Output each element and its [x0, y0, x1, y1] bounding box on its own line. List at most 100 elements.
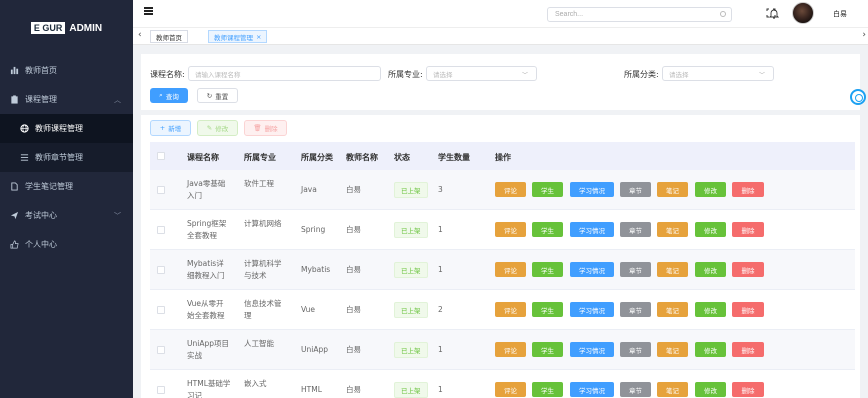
learning-status-button[interactable]: 学习情况 — [570, 382, 614, 397]
comment-button[interactable]: 评论 — [495, 222, 526, 237]
notes-button[interactable]: 笔记 — [657, 182, 688, 197]
category-cell: Vue — [301, 305, 315, 314]
notes-button[interactable]: 笔记 — [657, 262, 688, 277]
chapter-button[interactable]: 章节 — [620, 382, 651, 397]
row-checkbox[interactable] — [157, 226, 165, 234]
learning-status-button[interactable]: 学习情况 — [570, 262, 614, 277]
row-delete-button[interactable]: 删除 — [732, 382, 764, 397]
reset-button[interactable]: ↻ 重置 — [197, 88, 238, 103]
select-all-checkbox[interactable] — [157, 152, 165, 160]
tab-teacher-course-management[interactable]: 教师课程管理 × — [208, 30, 268, 43]
learning-status-button[interactable]: 学习情况 — [570, 222, 614, 237]
student-count-cell: 3 — [438, 185, 443, 194]
major-placeholder: 请选择 — [433, 70, 453, 79]
header-student-count: 学生数量 — [438, 153, 470, 162]
sidebar-item-teacher-chapter-management[interactable]: 教师章节管理 — [0, 143, 133, 172]
avatar[interactable] — [792, 2, 814, 24]
comment-button[interactable]: 评论 — [495, 302, 526, 317]
row-edit-button[interactable]: 修改 — [695, 302, 726, 317]
close-icon[interactable]: × — [256, 33, 261, 41]
row-edit-button[interactable]: 修改 — [695, 342, 726, 357]
course-name-label: 课程名称: — [150, 70, 185, 79]
edit-button-label: 修改 — [215, 125, 229, 133]
comment-button[interactable]: 评论 — [495, 262, 526, 277]
category-label: 所属分类: — [624, 70, 659, 79]
chapter-button[interactable]: 章节 — [620, 302, 651, 317]
tab-teacher-home[interactable]: 教师首页 — [150, 30, 188, 43]
comment-button[interactable]: 评论 — [495, 342, 526, 357]
major-select[interactable]: 请选择 ﹀ — [426, 66, 537, 81]
notes-button[interactable]: 笔记 — [657, 302, 688, 317]
sidebar-item-personal-center[interactable]: 个人中心 — [0, 230, 133, 259]
row-checkbox[interactable] — [157, 186, 165, 194]
status-badge: 已上架 — [394, 342, 428, 358]
delete-button[interactable]: 🗑 删除 — [244, 120, 287, 136]
delete-button-label: 删除 — [264, 125, 278, 133]
chevron-right-icon[interactable]: › — [862, 30, 866, 40]
course-name-input[interactable]: 请输入课程名称 — [188, 66, 381, 81]
help-float-icon[interactable] — [850, 89, 866, 105]
edit-button[interactable]: ✎ 修改 — [197, 120, 238, 136]
comment-button[interactable]: 评论 — [495, 182, 526, 197]
table-row: UniApp项目 实战 人工智能 UniApp 白易 已上架 1 评论 学生 学习情况 章节 笔记 修改… — [150, 330, 855, 370]
query-button[interactable]: ⌕ 查询 — [150, 88, 188, 103]
sidebar-item-teacher-course-management[interactable]: 教师课程管理 — [0, 114, 133, 143]
plus-icon: + — [159, 124, 166, 132]
row-checkbox[interactable] — [157, 306, 165, 314]
chevron-up-icon: ︿ — [114, 95, 121, 104]
course-name-cell: Spring框架 全套教程 — [187, 218, 242, 242]
sidebar-item-teacher-home[interactable]: 教师首页 — [0, 56, 133, 85]
course-name-cell: Vue从零开 始全套教程 — [187, 298, 242, 322]
row-edit-button[interactable]: 修改 — [695, 262, 726, 277]
sidebar-item-exam-center[interactable]: 考试中心 ﹀ — [0, 201, 133, 230]
major-cell: 信息技术管理 — [244, 298, 296, 322]
row-delete-button[interactable]: 删除 — [732, 262, 764, 277]
row-checkbox[interactable] — [157, 386, 165, 394]
major-cell: 人工智能 — [244, 338, 296, 350]
student-button[interactable]: 学生 — [532, 182, 563, 197]
chapter-button[interactable]: 章节 — [620, 342, 651, 357]
learning-status-button[interactable]: 学习情况 — [570, 182, 614, 197]
notes-button[interactable]: 笔记 — [657, 222, 688, 237]
chapter-button[interactable]: 章节 — [620, 262, 651, 277]
row-edit-button[interactable]: 修改 — [695, 382, 726, 397]
sidebar-item-course-management[interactable]: 课程管理 ︿ — [0, 85, 133, 114]
row-delete-button[interactable]: 删除 — [732, 342, 764, 357]
learning-status-button[interactable]: 学习情况 — [570, 342, 614, 357]
notes-button[interactable]: 笔记 — [657, 342, 688, 357]
row-delete-button[interactable]: 删除 — [732, 302, 764, 317]
add-button[interactable]: + 新增 — [150, 120, 191, 136]
chapter-button[interactable]: 章节 — [620, 222, 651, 237]
logo: E GUR ADMIN — [0, 0, 133, 56]
bell-icon[interactable] — [769, 8, 779, 19]
major-cell: 计算机科学 与技术 — [244, 258, 296, 282]
major-line2: 理 — [244, 311, 252, 320]
sidebar-item-student-notes[interactable]: 学生笔记管理 — [0, 172, 133, 201]
category-placeholder: 请选择 — [669, 70, 689, 79]
query-button-label: 查询 — [165, 92, 179, 101]
menu-toggle-icon[interactable] — [144, 7, 153, 15]
search-placeholder: Search... — [555, 11, 584, 18]
major-cell: 计算机网络 — [244, 218, 296, 230]
student-button[interactable]: 学生 — [532, 302, 563, 317]
row-edit-button[interactable]: 修改 — [695, 182, 726, 197]
learning-status-button[interactable]: 学习情况 — [570, 302, 614, 317]
chevron-left-icon[interactable]: ‹ — [138, 30, 142, 40]
student-button[interactable]: 学生 — [532, 222, 563, 237]
category-select[interactable]: 请选择 ﹀ — [662, 66, 774, 81]
chapter-button[interactable]: 章节 — [620, 182, 651, 197]
row-checkbox[interactable] — [157, 266, 165, 274]
student-button[interactable]: 学生 — [532, 262, 563, 277]
comment-button[interactable]: 评论 — [495, 382, 526, 397]
category-cell: Mybatis — [301, 265, 331, 274]
username[interactable]: 白易 — [833, 9, 847, 19]
row-checkbox[interactable] — [157, 346, 165, 354]
student-button[interactable]: 学生 — [532, 342, 563, 357]
row-delete-button[interactable]: 删除 — [732, 182, 764, 197]
student-button[interactable]: 学生 — [532, 382, 563, 397]
row-delete-button[interactable]: 删除 — [732, 222, 764, 237]
teacher-cell: 白易 — [346, 305, 361, 314]
search-input[interactable]: Search... — [547, 7, 732, 22]
row-edit-button[interactable]: 修改 — [695, 222, 726, 237]
notes-button[interactable]: 笔记 — [657, 382, 688, 397]
